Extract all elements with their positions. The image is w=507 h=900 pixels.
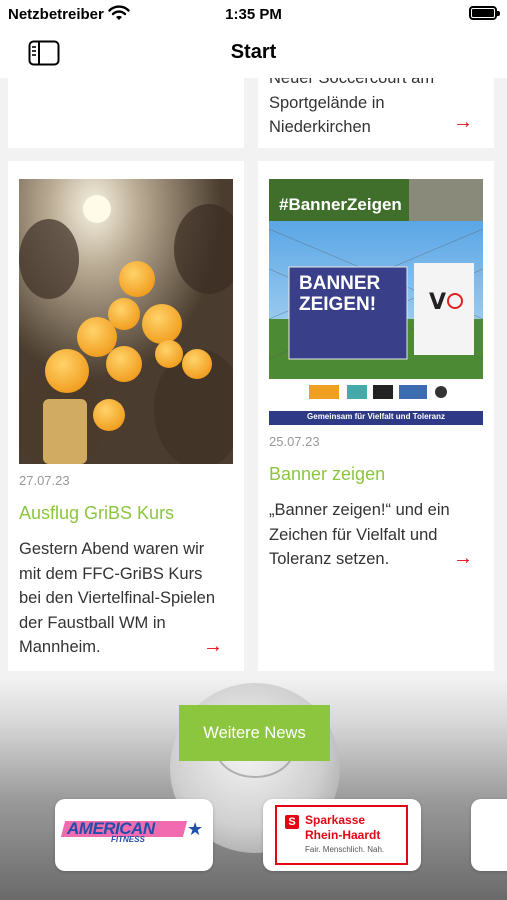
- card-excerpt-line: mit dem FFC-GriBS Kurs: [19, 564, 203, 583]
- card-excerpt-line: Gestern Abend waren wir: [19, 540, 205, 558]
- card-date: 25.07.23: [269, 434, 320, 449]
- card-excerpt-line: der Faustball WM in: [19, 613, 166, 632]
- sponsor-tagline: Fair. Menschlich. Nah.: [305, 845, 385, 854]
- news-card-previous-left[interactable]: [8, 78, 244, 148]
- card-excerpt-line: Zeichen für Vielfalt und: [269, 525, 438, 544]
- card-excerpt-line: Neuer Soccercourt am: [269, 78, 435, 87]
- news-feed[interactable]: Neuer Soccercourt am Sportgelände in Nie…: [0, 78, 507, 900]
- banner-footer: Gemeinsam für Vielfalt und Toleranz: [307, 412, 445, 421]
- banner-headline: BANNER ZEIGEN!: [299, 273, 380, 315]
- navigation-bar: Start: [0, 28, 507, 78]
- sponsor-american-fitness[interactable]: AMERICAN ★ FITNESS: [55, 799, 213, 871]
- star-icon: ★: [187, 819, 204, 839]
- logo-subtext: FITNESS: [111, 835, 145, 844]
- sparkasse-s-icon: S: [285, 815, 299, 829]
- status-bar: Netzbetreiber 1:35 PM: [0, 0, 507, 28]
- card-date: 27.07.23: [19, 473, 70, 488]
- arrow-right-icon[interactable]: →: [453, 111, 473, 134]
- card-title[interactable]: Ausflug GriBS Kurs: [19, 503, 174, 524]
- card-excerpt-line: „Banner zeigen!“ und ein: [269, 501, 450, 519]
- card-excerpt-line: Sportgelände in: [269, 93, 385, 112]
- news-image: V #BannerZeigen BANNER ZEIGEN! Gemeinsam…: [269, 179, 483, 425]
- news-card-previous-right[interactable]: Neuer Soccercourt am Sportgelände in Nie…: [258, 78, 494, 148]
- sparkasse-logo: S Sparkasse Rhein-Haardt Fair. Menschlic…: [275, 805, 408, 865]
- sponsor-sparkasse[interactable]: S Sparkasse Rhein-Haardt Fair. Menschlic…: [263, 799, 421, 871]
- news-card[interactable]: 27.07.23 Ausflug GriBS Kurs Gestern Aben…: [8, 161, 244, 671]
- banner-headline-line: BANNER: [299, 273, 381, 294]
- sponsor-line: Rhein-Haardt: [305, 828, 381, 842]
- svg-text:V: V: [429, 290, 446, 315]
- banner-headline-line: ZEIGEN!: [299, 294, 377, 315]
- card-excerpt-line: bei den Viertelfinal-Spielen: [19, 589, 215, 607]
- sponsor-partial[interactable]: [471, 799, 507, 871]
- arrow-right-icon[interactable]: →: [453, 547, 473, 570]
- banner-hashtag: #BannerZeigen: [279, 195, 402, 214]
- battery-icon: [469, 6, 500, 20]
- sponsor-line: Sparkasse: [305, 813, 366, 827]
- clock: 1:35 PM: [225, 6, 282, 23]
- american-fitness-logo: AMERICAN ★ FITNESS: [60, 819, 205, 845]
- news-image: [19, 179, 233, 464]
- news-card[interactable]: V #BannerZeigen BANNER ZEIGEN! Gemeinsam…: [258, 161, 494, 671]
- more-news-button[interactable]: Weitere News: [179, 705, 330, 761]
- arrow-right-icon[interactable]: →: [203, 635, 223, 658]
- card-excerpt-line: Niederkirchen: [269, 118, 371, 136]
- page-title: Start: [230, 41, 277, 63]
- card-title[interactable]: Banner zeigen: [269, 464, 385, 485]
